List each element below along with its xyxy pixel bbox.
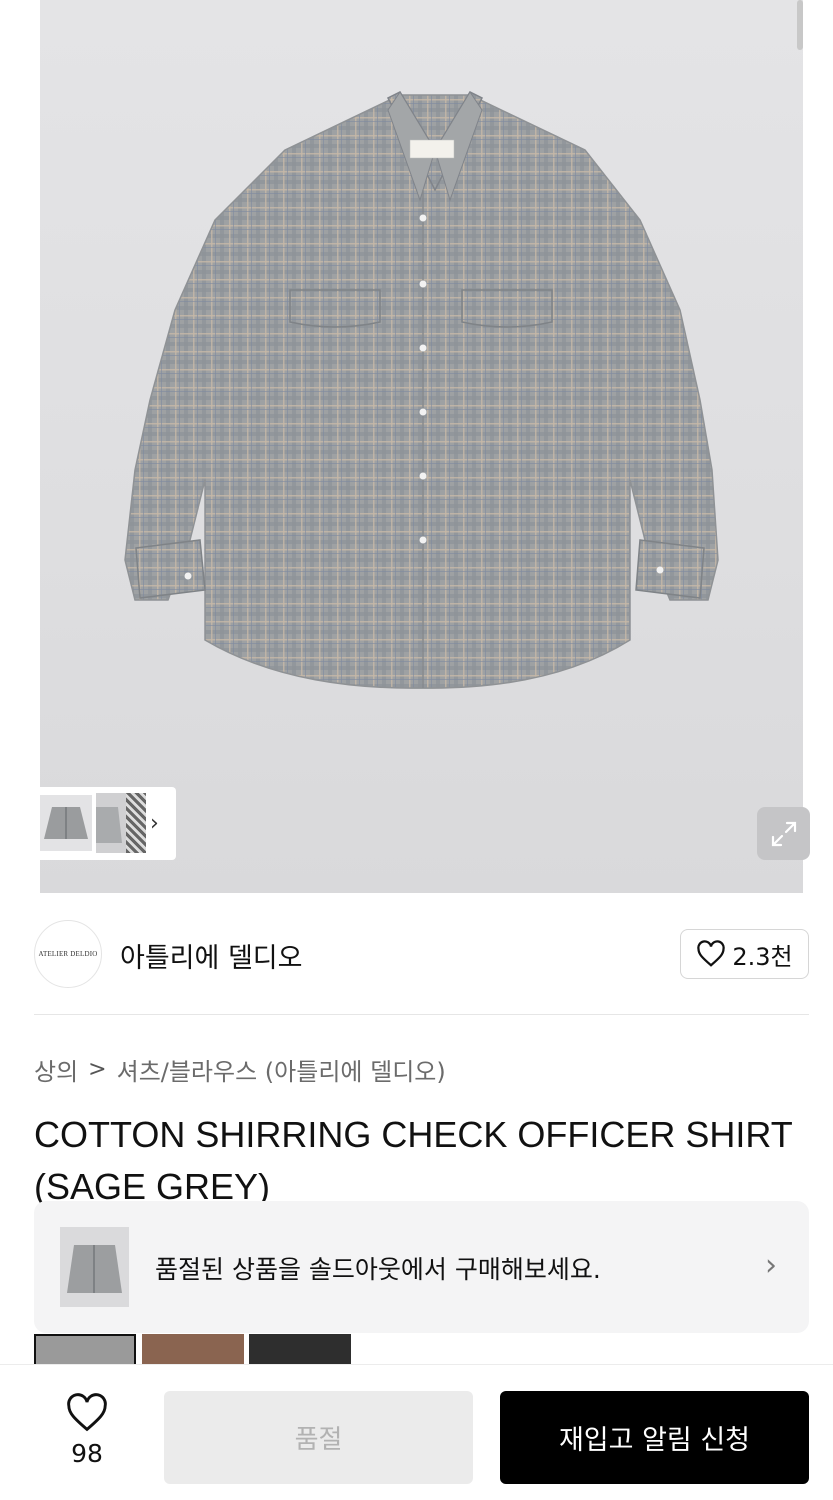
product-title: COTTON SHIRRING CHECK OFFICER SHIRT (SAG… [34, 1114, 793, 1207]
brand-like-count: 2.3천 [732, 942, 793, 971]
wishlist-button[interactable]: 98 [52, 1393, 122, 1468]
expand-image-button[interactable] [757, 807, 810, 860]
restock-alert-button[interactable]: 재입고 알림 신청 [500, 1391, 809, 1484]
brand-name[interactable]: 아틀리에 델디오 [120, 936, 302, 975]
product-main-image[interactable] [40, 0, 803, 893]
brand-logo[interactable]: ATELIER DELDIO [34, 920, 102, 988]
color-option-black[interactable] [249, 1334, 351, 1364]
soldout-banner[interactable]: 품절된 상품을 솔드아웃에서 구매해보세요. › [34, 1201, 809, 1333]
breadcrumb-subcategory[interactable]: 셔츠/블라우스 (아틀리에 델디오) [117, 1052, 446, 1087]
brand-row: ATELIER DELDIO 아틀리에 델디오 2.3천 [34, 918, 809, 990]
thumbnail-strip[interactable]: › [34, 787, 176, 860]
thumbnail-1-selected[interactable] [36, 791, 96, 855]
heart-outline-icon [697, 940, 726, 967]
divider [34, 1014, 809, 1015]
wishlist-count: 98 [71, 1439, 103, 1468]
shirt-illustration [124, 91, 719, 689]
brand-like-button[interactable]: 2.3천 [680, 929, 809, 979]
breadcrumb: 상의 > 셔츠/블라우스 (아틀리에 델디오) [34, 1052, 446, 1087]
chevron-right-icon: > [88, 1057, 107, 1082]
product-gallery[interactable]: › [0, 0, 833, 893]
expand-icon [771, 821, 797, 847]
page-scrollbar[interactable] [797, 0, 803, 50]
color-option-grey[interactable] [34, 1334, 136, 1364]
soldout-banner-text: 품절된 상품을 솔드아웃에서 구매해보세요. [155, 1255, 601, 1284]
breadcrumb-category[interactable]: 상의 [34, 1052, 78, 1087]
color-option-brown[interactable] [142, 1334, 244, 1364]
chevron-right-icon[interactable]: › [150, 811, 159, 836]
heart-outline-icon [67, 1393, 107, 1432]
bottom-action-bar: 98 품절 재입고 알림 신청 [0, 1364, 833, 1500]
soldout-product-thumbnail [60, 1227, 129, 1307]
brand-logo-text: ATELIER DELDIO [38, 950, 98, 958]
soldout-button: 품절 [164, 1391, 473, 1484]
chevron-right-icon: › [765, 1248, 777, 1283]
